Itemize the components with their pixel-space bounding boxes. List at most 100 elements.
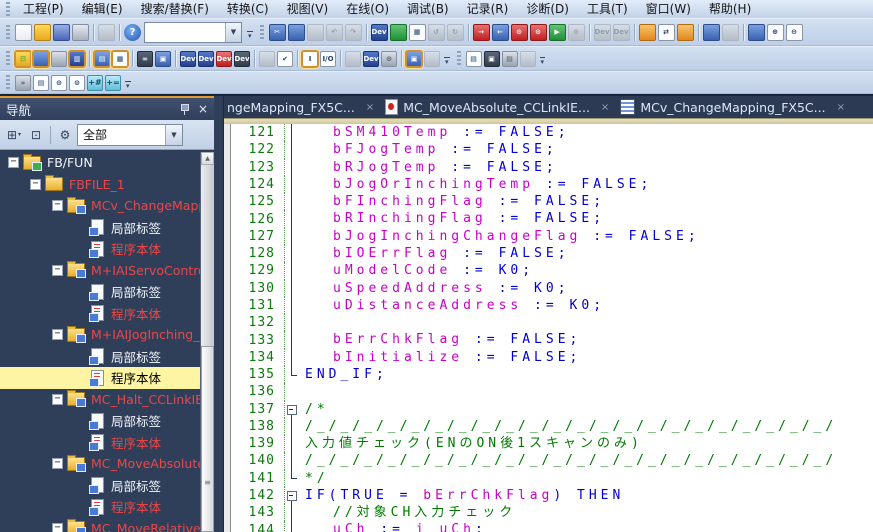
tree-collapse-box[interactable]: − (52, 393, 63, 405)
toolbar-overflow-button[interactable]: ▾ (125, 81, 131, 90)
device-find-icon[interactable]: ⊙ (381, 50, 397, 67)
code-line[interactable]: 121 bSM410Temp := FALSE; (231, 124, 873, 142)
tree-item[interactable]: − MCv_ChangeMappin (0, 195, 200, 217)
combo-dropdown-arrow[interactable]: ▼ (165, 124, 182, 145)
tree-collapse-box[interactable]: − (52, 200, 63, 212)
code-line[interactable]: 135 END_IF; (231, 364, 873, 384)
tree-item[interactable]: − M+IAIJogInching_F_C (0, 324, 200, 346)
read-from-plc-icon[interactable]: ← (491, 23, 509, 41)
menu-item[interactable]: 转换(C) (218, 0, 278, 18)
navigation-window-icon[interactable]: ⊟ (14, 49, 32, 68)
tree-collapse-box[interactable]: − (52, 458, 63, 470)
tree-item[interactable]: 程序本体 (0, 496, 200, 518)
device-display-icon[interactable]: Dev (363, 50, 379, 67)
tree-item[interactable]: 局部标签 (0, 217, 200, 239)
tree-item[interactable]: 局部标签 (0, 410, 200, 432)
st-editor-icon[interactable]: ▦ (111, 49, 129, 68)
toolbar-overflow-button[interactable]: ▾ (247, 30, 253, 40)
watch-window-icon[interactable]: ▤ (465, 50, 482, 67)
code-line[interactable]: 123 bRJogTemp := FALSE; (231, 158, 873, 177)
toolbar-grip[interactable] (259, 24, 264, 40)
find-next-icon[interactable]: ⊙ (69, 74, 85, 91)
intelligent-function-icon[interactable]: ▣ (483, 50, 500, 67)
tree-item[interactable]: 局部标签 (0, 346, 200, 368)
write-to-plc-icon[interactable]: → (472, 23, 490, 41)
code-line[interactable]: 130 uSpeedAddress := K0; (231, 279, 873, 298)
open-project-icon[interactable] (34, 23, 51, 41)
window-preview-icon[interactable]: ▣ (405, 49, 423, 68)
code-line[interactable]: 144 uCh := i_uCh; (231, 521, 873, 532)
cut-icon[interactable]: ✂ (268, 23, 286, 41)
document-tab[interactable]: MCv_ChangeMapping_FX5C... (610, 96, 835, 118)
code-line[interactable]: 124 bJogOrInchingTemp := FALSE; (231, 175, 873, 194)
convert-check-icon[interactable]: ▤ (33, 74, 49, 91)
tree-collapse-box[interactable]: − (52, 264, 63, 276)
device-test-icon[interactable]: Dev (234, 50, 250, 67)
add-line-number-icon[interactable]: +# (87, 74, 103, 91)
code-line[interactable]: 125 bFInchingFlag := FALSE; (231, 193, 873, 211)
code-line[interactable]: 126 bRInchingFlag := FALSE; (231, 210, 873, 228)
tree-item[interactable]: − FB/FUN (0, 152, 200, 174)
device-memory-icon[interactable]: ▦ (408, 23, 426, 41)
tree-collapse-box[interactable]: − (8, 157, 19, 169)
device-batch-icon[interactable]: Dev (216, 50, 232, 67)
code-line[interactable]: 122 bFJogTemp := FALSE; (231, 141, 873, 159)
menu-item[interactable]: 搜索/替换(F) (132, 0, 218, 18)
monitor-write-mode-icon[interactable] (747, 23, 765, 41)
code-line[interactable]: 142 IF(TRUE = bErrChkFlag) THEN (231, 486, 873, 505)
code-line[interactable]: 136 (231, 383, 873, 401)
toolbar-grip[interactable] (6, 24, 10, 40)
filter-settings-gear-icon[interactable]: ⚙ (55, 125, 75, 145)
help-icon[interactable]: ? (124, 23, 141, 41)
tree-item[interactable]: 程序本体 (0, 238, 200, 260)
menu-item[interactable]: 窗口(W) (637, 0, 700, 18)
find-binoculars-icon[interactable]: ∞ (137, 50, 153, 67)
scrollbar-thumb[interactable]: ≡ (201, 346, 214, 532)
toolbar-grip[interactable] (6, 75, 10, 90)
new-project-icon[interactable] (15, 23, 32, 41)
device-list-icon[interactable]: Dev (198, 50, 214, 67)
connection-destination-icon[interactable] (32, 49, 50, 68)
ladder-editor-icon[interactable]: ▤ (93, 49, 111, 68)
code-area[interactable]: 121 bSM410Temp := FALSE; 122 bFJogTemp := F… (230, 124, 873, 532)
code-line[interactable]: 143 //対象CH入力チェック (231, 504, 873, 522)
menu-item[interactable]: 帮助(H) (700, 0, 760, 18)
save-project-icon[interactable] (53, 23, 70, 41)
toolbar-overflow-button[interactable]: ▾ (539, 57, 546, 66)
code-line[interactable]: 141 */ (231, 468, 873, 487)
cross-reference-icon[interactable]: ▤ (501, 50, 518, 67)
tree-collapse-box[interactable]: − (52, 522, 63, 532)
pin-icon[interactable] (180, 103, 190, 115)
menu-item[interactable]: 视图(V) (278, 0, 338, 18)
fold-collapse-box[interactable] (285, 401, 301, 418)
tree-module-toggle-icon[interactable]: ⊞ ▾ (4, 125, 24, 145)
panel-splitter[interactable] (214, 96, 224, 532)
menu-item[interactable]: 调试(B) (398, 0, 458, 18)
quick-find-combobox[interactable]: ▼ (144, 21, 242, 43)
code-line[interactable]: 140 /_/_/_/_/_/_/_/_/_/_/_/_/_/_/_/_/_/_/… (231, 452, 873, 470)
transfer-setup-icon[interactable]: ⇄ (657, 23, 675, 41)
tree-collapse-box[interactable]: − (52, 329, 63, 341)
scrollbar-up-arrow[interactable]: ▲ (201, 152, 214, 165)
tree-item[interactable]: − MC_Halt_CCLinkIEFBa (0, 389, 200, 411)
document-tab[interactable]: MC_MoveAbsolute_CCLinkIE... (375, 96, 600, 118)
document-tab[interactable]: ngeMapping_FX5C... (224, 96, 365, 118)
monitor-find-icon[interactable]: ⊙ (510, 23, 528, 41)
code-line[interactable]: 129 uModelCode := K0; (231, 262, 873, 280)
menubar-grip[interactable] (6, 1, 10, 17)
fold-collapse-box[interactable] (285, 487, 301, 505)
find-window-icon[interactable]: ▣ (155, 50, 171, 67)
tree-item[interactable]: − MC_MoveAbsolute_C (0, 453, 200, 475)
tree-item[interactable]: 程序本体 (0, 432, 200, 454)
code-line[interactable]: 127 bJogInchingChangeFlag := FALSE; (231, 227, 873, 246)
device-comment-icon[interactable]: Dev (370, 23, 388, 41)
code-line[interactable]: 131 uDistanceAddress := K0; (231, 296, 873, 315)
code-line[interactable]: 132 (231, 314, 873, 332)
zoom-out-icon[interactable]: ⊖ (785, 23, 803, 41)
menu-item[interactable]: 在线(O) (337, 0, 398, 18)
module-configuration-icon[interactable] (51, 50, 67, 67)
tree-filter-combobox[interactable]: 全部 ▼ (77, 123, 183, 146)
menu-item[interactable]: 诊断(D) (517, 0, 578, 18)
close-icon[interactable]: × (198, 103, 208, 115)
edit-mode-icon[interactable]: I (301, 49, 319, 68)
